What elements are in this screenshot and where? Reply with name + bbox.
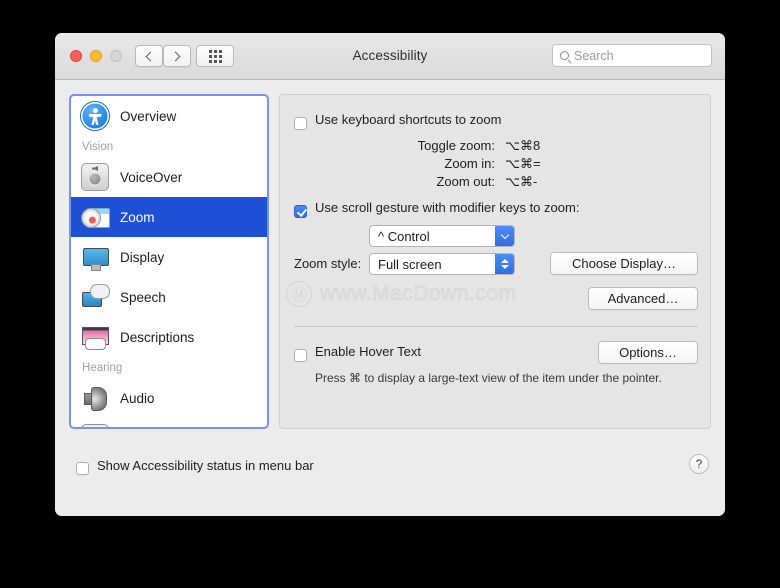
toggle-zoom-label: Toggle zoom: [417,138,495,153]
voiceover-icon [81,163,109,191]
show-status-in-menu-bar-checkbox[interactable] [76,462,89,475]
sidebar-item-rtt[interactable]: RTT [71,418,267,427]
window-titlebar: Accessibility [55,33,725,80]
watermark-text: www.MacDown.com [320,282,517,306]
sidebar-item-label: Zoom [120,209,155,225]
use-keyboard-shortcuts-label: Use keyboard shortcuts to zoom [315,112,502,127]
sidebar-group-vision: Vision [82,140,114,153]
sidebar-item-label: VoiceOver [120,169,183,185]
zoom-in-keys: ⌥⌘= [505,156,541,171]
zoom-out-keys: ⌥⌘- [505,174,538,189]
choose-display-button[interactable]: Choose Display… [550,252,698,275]
enable-hover-text-label: Enable Hover Text [315,344,421,359]
zoom-settings-panel: Use keyboard shortcuts to zoom Toggle zo… [279,94,711,429]
rtt-icon [81,424,109,427]
hover-text-hint: Press ⌘ to display a large-text view of … [315,371,662,385]
macdown-logo-icon: Ⓜ [286,281,312,307]
sidebar-item-label: Speech [120,289,166,305]
sidebar-item-speech[interactable]: Speech [71,277,267,317]
zoom-out-label: Zoom out: [436,174,495,189]
sidebar-item-audio[interactable]: Audio [71,378,267,418]
preferences-window: Accessibility Overview Vision VoiceOver … [55,33,725,516]
help-button[interactable]: ? [689,454,709,474]
sidebar-item-voiceover[interactable]: VoiceOver [71,157,267,197]
display-icon [81,243,109,271]
sidebar-item-overview[interactable]: Overview [71,96,267,136]
sidebar-item-descriptions[interactable]: Descriptions [71,317,267,357]
use-keyboard-shortcuts-checkbox[interactable] [294,117,307,130]
descriptions-icon [81,323,109,351]
enable-hover-text-checkbox[interactable] [294,349,307,362]
use-scroll-gesture-checkbox[interactable] [294,205,307,218]
search-icon [560,51,569,60]
zoom-style-select[interactable]: Full screen [369,253,515,275]
hover-text-options-button[interactable]: Options… [598,341,698,364]
window-footer: Show Accessibility status in menu bar ? [55,444,725,516]
sidebar-item-label: Overview [120,108,177,124]
sidebar-item-label: Descriptions [120,329,195,345]
search-input[interactable] [574,48,699,63]
zoom-style-value: Full screen [378,256,442,272]
accessibility-category-list[interactable]: Overview Vision VoiceOver Zoom Display S… [69,94,269,429]
toggle-zoom-keys: ⌥⌘8 [505,138,541,153]
advanced-button[interactable]: Advanced… [588,287,698,310]
chevron-down-icon[interactable] [495,226,514,246]
sidebar-item-display[interactable]: Display [71,237,267,277]
use-scroll-gesture-label: Use scroll gesture with modifier keys to… [315,200,580,215]
sidebar-item-label: Audio [120,390,155,406]
watermark: Ⓜ www.MacDown.com [286,281,517,307]
window-body: Overview Vision VoiceOver Zoom Display S… [55,80,725,516]
sidebar-item-zoom[interactable]: Zoom [71,197,267,237]
section-divider [294,326,698,327]
modifier-key-value: ^ Control [378,228,430,244]
speech-icon [81,283,110,311]
search-field[interactable] [552,44,712,67]
overview-icon [81,102,109,130]
sidebar-group-hearing: Hearing [82,361,123,374]
show-status-in-menu-bar-label: Show Accessibility status in menu bar [97,458,314,473]
stepper-arrows-icon[interactable] [495,254,514,274]
zoom-icon [81,203,110,231]
sidebar-item-label: Display [120,249,165,265]
modifier-key-select[interactable]: ^ Control [369,225,515,247]
zoom-style-label: Zoom style: [294,256,362,271]
zoom-in-label: Zoom in: [444,156,495,171]
audio-icon [81,384,109,412]
